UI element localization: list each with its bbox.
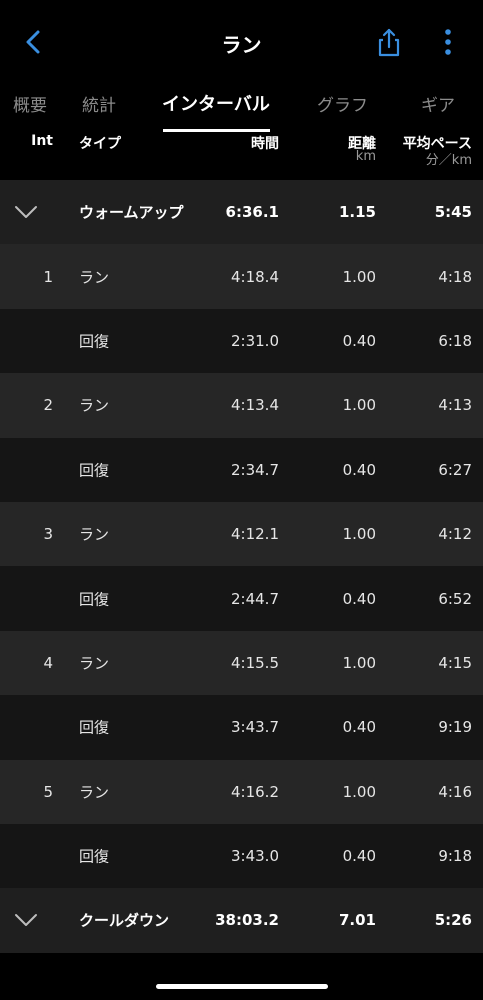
row-distance: 0.40: [342, 331, 376, 350]
row-distance: 1.00: [342, 782, 376, 801]
table-row[interactable]: 5 ラン 4:16.2 1.00 4:16: [0, 759, 483, 824]
row-pace: 9:19: [438, 718, 472, 737]
row-time: 4:13.4: [231, 396, 279, 415]
row-time: 4:18.4: [231, 267, 279, 286]
row-time: 38:03.2: [215, 911, 279, 930]
row-type: ラン: [79, 525, 110, 544]
row-distance: 0.40: [342, 847, 376, 866]
table-row[interactable]: 2 ラン 4:13.4 1.00 4:13: [0, 373, 483, 438]
tab-overview[interactable]: 概要: [13, 91, 47, 116]
tab-gear[interactable]: ギア: [421, 91, 455, 116]
share-button[interactable]: [374, 26, 404, 58]
row-type: ラン: [79, 654, 110, 673]
row-pace: 9:18: [438, 847, 472, 866]
col-int: Int: [31, 133, 53, 149]
more-button[interactable]: [437, 26, 459, 58]
row-distance: 7.01: [338, 911, 376, 930]
row-distance: 0.40: [342, 460, 376, 479]
col-type: タイプ: [79, 136, 121, 152]
share-icon: [378, 28, 400, 57]
chevron-down-icon[interactable]: [14, 913, 38, 927]
row-pace: 4:12: [438, 525, 472, 544]
row-distance: 0.40: [342, 718, 376, 737]
table-header: Int タイプ 時間 距離 km 平均ペース 分／km: [0, 130, 483, 180]
tab-stats[interactable]: 統計: [82, 91, 116, 116]
row-pace: 6:52: [438, 589, 472, 608]
nav-bar: ラン: [0, 0, 483, 84]
row-distance: 1.00: [342, 653, 376, 672]
tab-bar: 概要 統計 インターバル グラフ ギア: [0, 84, 483, 132]
table-row[interactable]: 1 ラン 4:18.4 1.00 4:18: [0, 244, 483, 309]
row-distance: 0.40: [342, 589, 376, 608]
table-row[interactable]: 回復 2:34.7 0.40 6:27: [0, 437, 483, 502]
col-distance-unit: km: [355, 149, 376, 164]
row-number: 1: [43, 267, 53, 286]
row-distance: 1.00: [342, 396, 376, 415]
row-time: 3:43.7: [231, 718, 279, 737]
tab-graphs[interactable]: グラフ: [317, 91, 368, 116]
row-time: 2:34.7: [231, 460, 279, 479]
row-distance: 1.15: [338, 203, 376, 222]
row-type: 回復: [79, 847, 110, 866]
row-time: 4:16.2: [231, 782, 279, 801]
row-type: 回復: [79, 590, 110, 609]
chevron-down-icon[interactable]: [14, 205, 38, 219]
row-number: 3: [43, 525, 53, 544]
row-distance: 1.00: [342, 525, 376, 544]
row-number: 5: [43, 782, 53, 801]
row-distance: 1.00: [342, 267, 376, 286]
warmup-row[interactable]: ウォームアップ 6:36.1 1.15 5:45: [0, 180, 483, 245]
tab-intervals[interactable]: インターバル: [162, 90, 270, 116]
row-time: 6:36.1: [225, 203, 279, 222]
row-pace: 4:18: [438, 267, 472, 286]
row-type: ラン: [79, 396, 110, 415]
row-time: 2:31.0: [231, 331, 279, 350]
table-row[interactable]: 回復 2:44.7 0.40 6:52: [0, 566, 483, 631]
col-time: 時間: [251, 136, 279, 152]
row-type: ウォームアップ: [79, 203, 184, 222]
page-title: ラン: [221, 33, 262, 57]
row-pace: 6:18: [438, 331, 472, 350]
row-time: 3:43.0: [231, 847, 279, 866]
col-pace-unit: 分／km: [425, 153, 472, 168]
row-type: 回復: [79, 461, 110, 480]
table-row[interactable]: 3 ラン 4:12.1 1.00 4:12: [0, 501, 483, 567]
more-vertical-icon: [445, 29, 451, 55]
row-type: クールダウン: [79, 911, 170, 930]
row-pace: 4:16: [438, 782, 472, 801]
row-time: 2:44.7: [231, 589, 279, 608]
row-time: 4:15.5: [231, 653, 279, 672]
cooldown-row[interactable]: クールダウン 38:03.2 7.01 5:26: [0, 888, 483, 953]
interval-table: ウォームアップ 6:36.1 1.15 5:45 1 ラン 4:18.4 1.0…: [0, 180, 483, 953]
table-row[interactable]: 回復 3:43.0 0.40 9:18: [0, 823, 483, 889]
table-row[interactable]: 4 ラン 4:15.5 1.00 4:15: [0, 630, 483, 696]
row-pace: 5:45: [434, 203, 472, 222]
row-type: 回復: [79, 332, 110, 351]
home-indicator[interactable]: [156, 984, 328, 989]
row-type: 回復: [79, 718, 110, 737]
row-number: 2: [43, 396, 53, 415]
row-number: 4: [43, 653, 53, 672]
row-time: 4:12.1: [231, 525, 279, 544]
row-pace: 4:13: [438, 396, 472, 415]
table-row[interactable]: 回復 3:43.7 0.40 9:19: [0, 695, 483, 760]
row-pace: 4:15: [438, 653, 472, 672]
table-row[interactable]: 回復 2:31.0 0.40 6:18: [0, 308, 483, 374]
row-type: ラン: [79, 783, 110, 802]
row-pace: 5:26: [434, 911, 472, 930]
row-type: ラン: [79, 268, 110, 287]
row-pace: 6:27: [438, 460, 472, 479]
interval-screen: ラン 概要 統計 インターバル グラフ ギア Int タイプ 時間 距離 km: [0, 0, 483, 1000]
